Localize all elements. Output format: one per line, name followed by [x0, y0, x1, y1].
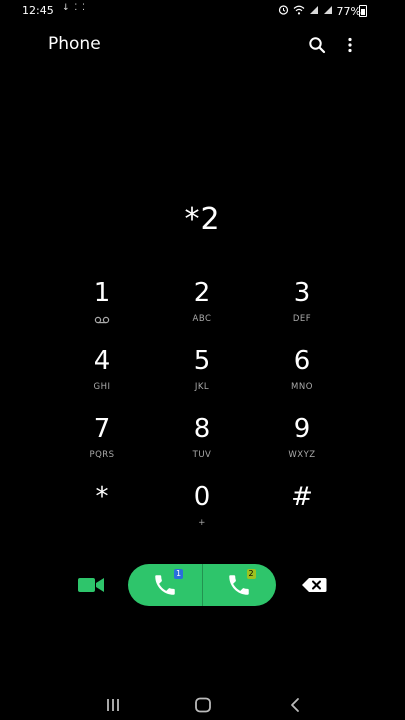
key-digit: 4 — [93, 346, 111, 376]
voicemail-icon — [94, 314, 110, 325]
key-1[interactable]: 1 — [52, 272, 152, 340]
key-letters: JKL — [194, 382, 210, 392]
key-digit: 8 — [193, 414, 211, 444]
back-icon[interactable] — [275, 690, 315, 720]
more-options-icon[interactable] — [340, 34, 360, 56]
dialed-number: *2 — [184, 202, 221, 237]
page-title: Phone — [48, 34, 101, 54]
key-digit: # — [291, 482, 313, 512]
key-letters: WXYZ — [288, 450, 316, 460]
signal-sim1-icon — [309, 5, 319, 19]
key-digit: 3 — [293, 278, 311, 308]
key-6[interactable]: 6 MNO — [252, 340, 352, 408]
key-0[interactable]: 0 + — [152, 476, 252, 544]
signal-sim2-icon — [323, 5, 333, 19]
key-letters: + — [198, 518, 206, 528]
key-2[interactable]: 2 ABC — [152, 272, 252, 340]
home-icon[interactable] — [183, 690, 223, 720]
battery-percent: 77% — [336, 5, 361, 18]
status-icons: 77% — [278, 4, 361, 19]
key-letters: MNO — [291, 382, 313, 392]
key-letters: ABC — [192, 314, 212, 324]
call-button-group: 1 2 — [128, 564, 276, 606]
system-nav-bar — [0, 690, 405, 720]
key-digit: 7 — [93, 414, 111, 444]
key-digit: * — [95, 482, 109, 512]
key-digit: 5 — [193, 346, 211, 376]
key-letters: GHI — [93, 382, 111, 392]
status-bar: 12:45 ↓ ⁚ ⁚ 77% — [0, 0, 405, 22]
battery-icon — [359, 5, 367, 17]
search-icon[interactable] — [306, 34, 328, 56]
dial-keypad: 1 2 ABC 3 DEF 4 GHI 5 JKL 6 MNO 7 PQRS 8… — [52, 272, 352, 544]
key-letters: DEF — [292, 314, 312, 324]
key-4[interactable]: 4 GHI — [52, 340, 152, 408]
alarm-icon — [278, 4, 289, 19]
recent-apps-icon[interactable] — [93, 690, 133, 720]
call-sim2-button[interactable]: 2 — [203, 564, 277, 606]
key-7[interactable]: 7 PQRS — [52, 408, 152, 476]
wifi-icon — [293, 5, 305, 19]
notification-icons: ↓ ⁚ ⁚ — [62, 3, 86, 13]
key-digit: 1 — [93, 278, 111, 308]
key-9[interactable]: 9 WXYZ — [252, 408, 352, 476]
video-call-icon[interactable] — [76, 573, 106, 597]
key-8[interactable]: 8 TUV — [152, 408, 252, 476]
backspace-icon[interactable] — [300, 575, 328, 595]
call-sim1-button[interactable]: 1 — [128, 564, 202, 606]
key-letters: PQRS — [89, 450, 115, 460]
key-digit: 2 — [193, 278, 211, 308]
sim2-badge: 2 — [246, 569, 256, 579]
key-5[interactable]: 5 JKL — [152, 340, 252, 408]
key-digit: 6 — [293, 346, 311, 376]
status-time: 12:45 — [22, 4, 54, 17]
sim1-badge: 1 — [174, 569, 184, 579]
key-hash[interactable]: # — [252, 476, 352, 544]
key-3[interactable]: 3 DEF — [252, 272, 352, 340]
key-star[interactable]: * — [52, 476, 152, 544]
key-digit: 9 — [293, 414, 311, 444]
key-digit: 0 — [193, 482, 211, 512]
key-letters: TUV — [192, 450, 212, 460]
